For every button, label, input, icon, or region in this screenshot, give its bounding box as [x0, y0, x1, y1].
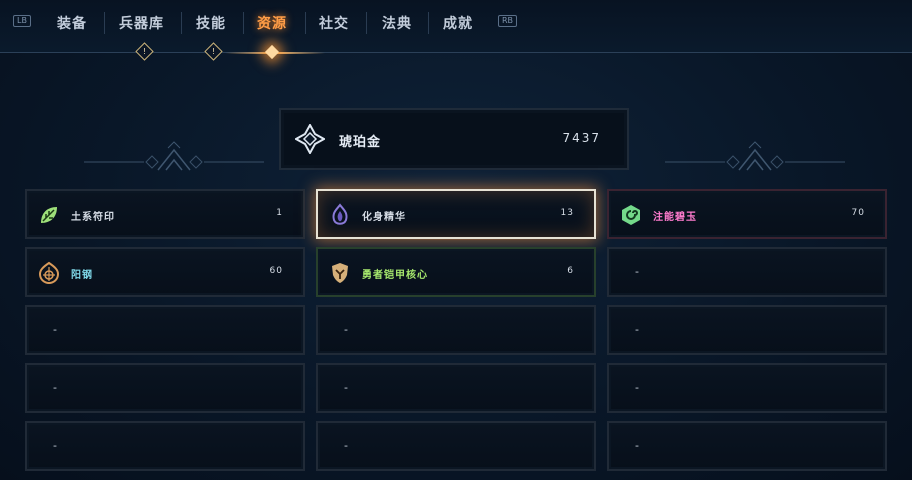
resource-slot[interactable]: 阳钢 60: [25, 247, 305, 297]
tab-social[interactable]: 社交: [319, 13, 349, 33]
resource-slot-empty[interactable]: -: [316, 305, 596, 355]
left-ornament: [84, 141, 264, 171]
resource-slot-empty[interactable]: -: [25, 363, 305, 413]
empty-slot-label: -: [635, 381, 639, 394]
empty-slot-label: -: [635, 265, 639, 278]
empty-slot-label: -: [344, 439, 348, 452]
resource-slot-empty[interactable]: -: [607, 305, 887, 355]
resource-name: 土系符印: [71, 212, 115, 223]
tab-achievements[interactable]: 成就: [443, 13, 473, 33]
resource-count: 6: [567, 266, 574, 276]
alert-icon: !: [142, 47, 147, 56]
left-bumper-button[interactable]: LB: [13, 15, 31, 27]
empty-slot-label: -: [344, 323, 348, 336]
tab-resources[interactable]: 资源: [257, 13, 287, 33]
resource-slot-selected[interactable]: 化身精华 13: [316, 189, 596, 239]
empty-slot-label: -: [53, 381, 57, 394]
resource-count: 1: [276, 208, 283, 218]
tab-divider: [104, 12, 105, 34]
resource-slot-empty[interactable]: -: [316, 421, 596, 471]
empty-slot-label: -: [635, 439, 639, 452]
resource-slot-empty[interactable]: -: [316, 363, 596, 413]
resource-name: 勇者铠甲核心: [362, 270, 428, 281]
empty-slot-label: -: [344, 381, 348, 394]
resource-slot-empty[interactable]: -: [607, 247, 887, 297]
resource-count: 70: [851, 208, 865, 218]
armor-core-icon: [332, 263, 348, 283]
resource-slot-empty[interactable]: -: [607, 421, 887, 471]
tab-divider: [305, 12, 306, 34]
right-bumper-button[interactable]: RB: [498, 15, 518, 27]
resource-slot-empty[interactable]: -: [25, 421, 305, 471]
empty-slot-label: -: [53, 439, 57, 452]
tab-divider: [181, 12, 182, 34]
resource-slot[interactable]: 注能碧玉 70: [607, 189, 887, 239]
resource-name: 注能碧玉: [653, 212, 697, 223]
jade-swirl-icon: [622, 205, 640, 225]
resource-count: 13: [560, 208, 574, 218]
tab-armory[interactable]: 兵器库: [119, 13, 164, 33]
tab-codex[interactable]: 法典: [382, 13, 412, 33]
resource-slot[interactable]: 勇者铠甲核心 6: [316, 247, 596, 297]
tab-divider: [366, 12, 367, 34]
tab-equipment[interactable]: 装备: [57, 13, 87, 33]
leaf-rune-icon: [41, 207, 57, 223]
resource-slot[interactable]: 土系符印 1: [25, 189, 305, 239]
tab-skills[interactable]: 技能: [196, 13, 226, 33]
diamond-star-icon: [295, 124, 325, 154]
empty-slot-label: -: [635, 323, 639, 336]
resource-count: 60: [269, 266, 283, 276]
resource-slot-empty[interactable]: -: [25, 305, 305, 355]
tab-divider: [428, 12, 429, 34]
empty-slot-label: -: [53, 323, 57, 336]
top-nav: LB 装备 兵器库 技能 资源 社交 法典 成就 RB: [0, 0, 912, 52]
right-ornament: [665, 141, 845, 171]
alert-icon: !: [211, 47, 216, 56]
tab-divider: [243, 12, 244, 34]
featured-resource-card[interactable]: 琥珀金 7437: [279, 108, 629, 170]
resource-name: 化身精华: [362, 212, 406, 223]
featured-resource-name: 琥珀金: [339, 135, 382, 150]
resource-slot-empty[interactable]: -: [607, 363, 887, 413]
flame-essence-icon: [332, 203, 348, 225]
sun-steel-icon: [38, 261, 60, 285]
featured-resource-count: 7437: [562, 131, 601, 145]
resource-name: 阳钢: [71, 270, 93, 281]
